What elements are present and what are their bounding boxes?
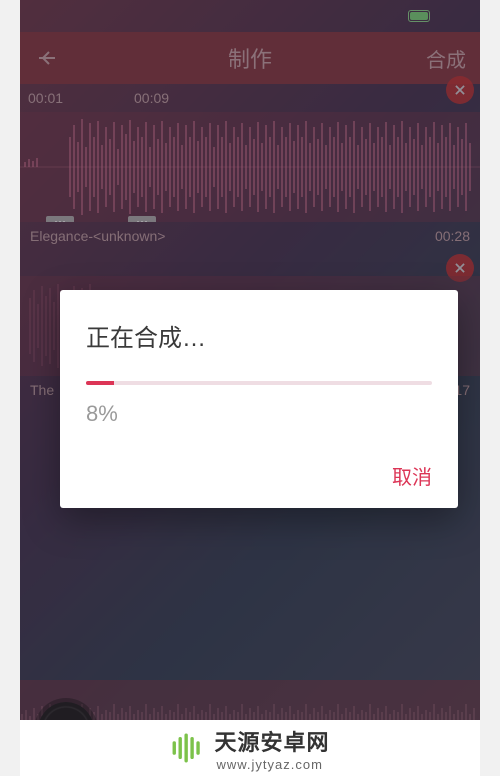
cancel-button[interactable]: 取消	[86, 461, 432, 490]
progress-percent-label: 8%	[86, 401, 432, 427]
watermark: 天源安卓网 www.jytyaz.com	[20, 720, 480, 776]
watermark-logo-icon	[170, 731, 204, 765]
progress-fill	[86, 381, 114, 385]
watermark-brand: 天源安卓网	[214, 725, 329, 757]
dialog-title: 正在合成…	[86, 318, 432, 353]
progress-dialog: 正在合成… 8% 取消	[60, 290, 458, 508]
progress-bar	[86, 381, 432, 385]
watermark-domain: www.jytyaz.com	[216, 757, 329, 772]
